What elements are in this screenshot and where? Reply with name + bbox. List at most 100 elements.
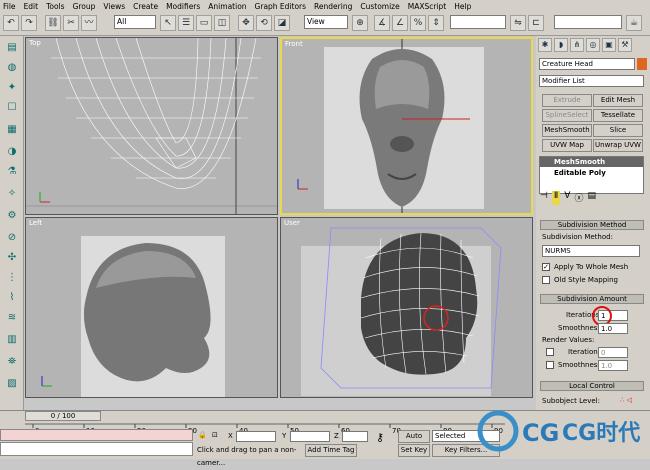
select-rotate-icon[interactable]: ⟲ <box>256 15 272 31</box>
tool-icon-10[interactable]: ⊘ <box>4 230 20 245</box>
stack-item-meshsmooth[interactable]: MeshSmooth <box>540 157 643 167</box>
menu-tools[interactable]: Tools <box>46 2 64 11</box>
maxscript-listener[interactable] <box>0 429 193 441</box>
menu-animation[interactable]: Animation <box>208 2 246 11</box>
tool-icon-4[interactable]: ☐ <box>4 100 20 115</box>
align-icon[interactable]: ⊏ <box>528 15 544 31</box>
window-crossing-icon[interactable]: ◫ <box>214 15 230 31</box>
subdivision-method-dropdown[interactable]: NURMS <box>542 245 640 257</box>
object-color-swatch[interactable] <box>637 58 647 70</box>
select-by-name-icon[interactable]: ☰ <box>178 15 194 31</box>
viewport-top[interactable]: Top <box>25 37 278 215</box>
snap-icon[interactable]: ∡ <box>374 15 390 31</box>
smoothness-spinner[interactable]: 1.0 <box>598 323 628 334</box>
render-iterations-spinner[interactable]: 0 <box>598 347 628 358</box>
configure-sets-icon[interactable]: ▤ <box>587 191 596 205</box>
unwrap-uvw-button[interactable]: Unwrap UVW <box>593 139 643 152</box>
auto-key-button[interactable]: Auto Key <box>398 430 430 451</box>
utilities-tab-icon[interactable]: ⚒ <box>618 38 632 52</box>
set-key-button[interactable]: Set Key <box>398 444 430 457</box>
tool-icon-11[interactable]: ✣ <box>4 250 20 265</box>
menu-help[interactable]: Help <box>454 2 471 11</box>
modifier-list-dropdown[interactable]: Modifier List <box>539 75 644 87</box>
extrude-button[interactable]: Extrude <box>542 94 592 107</box>
menu-create[interactable]: Create <box>133 2 158 11</box>
unlink-icon[interactable]: ✂ <box>63 15 79 31</box>
bind-spacewarp-icon[interactable]: 〰 <box>81 15 97 31</box>
viewport-front[interactable]: Front <box>280 37 533 215</box>
apply-whole-mesh-checkbox[interactable]: ✓ <box>542 263 550 271</box>
display-tab-icon[interactable]: ▣ <box>602 38 616 52</box>
undo-icon[interactable]: ↶ <box>3 15 19 31</box>
tool-icon-8[interactable]: ✧ <box>4 186 20 201</box>
old-style-mapping-checkbox[interactable] <box>542 276 550 284</box>
z-coord-field[interactable] <box>342 431 368 442</box>
meshsmooth-button[interactable]: MeshSmooth <box>542 124 592 137</box>
tool-icon-17[interactable]: ▨ <box>4 376 20 391</box>
tool-icon-2[interactable]: ◍ <box>4 60 20 75</box>
lock-selection-icon[interactable]: 🔒 <box>198 431 207 439</box>
add-time-tag-button[interactable]: Add Time Tag <box>305 444 357 457</box>
x-coord-field[interactable] <box>236 431 276 442</box>
object-name-field[interactable]: Creature Head <box>539 58 635 70</box>
maxscript-input[interactable] <box>0 442 193 456</box>
mirror-icon[interactable]: ⇋ <box>510 15 526 31</box>
tool-icon-1[interactable]: ▤ <box>4 40 20 55</box>
redo-icon[interactable]: ↷ <box>21 15 37 31</box>
tool-icon-9[interactable]: ⚙ <box>4 208 20 223</box>
menu-edit[interactable]: Edit <box>24 2 39 11</box>
menu-views[interactable]: Views <box>103 2 125 11</box>
render-icon[interactable]: ☕ <box>626 15 642 31</box>
y-coord-field[interactable] <box>290 431 330 442</box>
render-iterations-checkbox[interactable] <box>546 348 554 356</box>
tool-icon-15[interactable]: ▥ <box>4 332 20 347</box>
local-control-rollout[interactable]: Local Control <box>540 381 644 391</box>
tool-icon-16[interactable]: ⛯ <box>4 354 20 369</box>
pivot-center-icon[interactable]: ⊕ <box>352 15 368 31</box>
render-smoothness-checkbox[interactable] <box>546 361 554 369</box>
menu-customize[interactable]: Customize <box>360 2 399 11</box>
make-unique-icon[interactable]: ∀ <box>564 191 570 205</box>
percent-snap-icon[interactable]: % <box>410 15 426 31</box>
menu-modifiers[interactable]: Modifiers <box>166 2 200 11</box>
named-selection-field[interactable] <box>554 15 622 29</box>
named-selection-sets[interactable] <box>450 15 506 29</box>
select-scale-icon[interactable]: ◪ <box>274 15 290 31</box>
show-end-result-icon[interactable]: Ⅱ <box>551 191 561 205</box>
menu-group[interactable]: Group <box>73 2 96 11</box>
select-object-icon[interactable]: ↖ <box>160 15 176 31</box>
uvw-map-button[interactable]: UVW Map <box>542 139 592 152</box>
edit-mesh-button[interactable]: Edit Mesh <box>593 94 643 107</box>
create-tab-icon[interactable]: ✱ <box>538 38 552 52</box>
splineselect-button[interactable]: SplineSelect <box>542 109 592 122</box>
hierarchy-tab-icon[interactable]: ⋔ <box>570 38 584 52</box>
tool-icon-5[interactable]: ▦ <box>4 122 20 137</box>
subdivision-method-rollout[interactable]: Subdivision Method <box>540 220 644 230</box>
modify-tab-icon[interactable]: ◗ <box>554 38 568 52</box>
tool-icon-13[interactable]: ⌇ <box>4 290 20 305</box>
selection-filter-dropdown[interactable]: All <box>114 15 156 29</box>
tool-icon-6[interactable]: ◑ <box>4 144 20 159</box>
menu-maxscript[interactable]: MAXScript <box>408 2 447 11</box>
tool-icon-3[interactable]: ✦ <box>4 80 20 95</box>
tool-icon-14[interactable]: ≋ <box>4 310 20 325</box>
menu-rendering[interactable]: Rendering <box>314 2 352 11</box>
angle-snap-icon[interactable]: ∠ <box>392 15 408 31</box>
viewport-user[interactable]: User <box>280 217 533 398</box>
motion-tab-icon[interactable]: ◎ <box>586 38 600 52</box>
slice-button[interactable]: Slice <box>593 124 643 137</box>
render-smoothness-spinner[interactable]: 1.0 <box>598 360 628 371</box>
tessellate-button[interactable]: Tessellate <box>593 109 643 122</box>
absolute-mode-icon[interactable]: ⊡ <box>212 431 218 439</box>
remove-modifier-icon[interactable]: ⓧ <box>574 191 583 205</box>
viewport-left[interactable]: Left <box>25 217 278 398</box>
menu-file[interactable]: File <box>3 2 16 11</box>
stack-item-editable-poly[interactable]: Editable Poly <box>540 168 643 178</box>
menu-graph-editors[interactable]: Graph Editors <box>255 2 307 11</box>
time-slider[interactable]: 0 / 100 <box>25 411 101 421</box>
subdivision-amount-rollout[interactable]: Subdivision Amount <box>540 294 644 304</box>
tool-icon-7[interactable]: ⚗ <box>4 164 20 179</box>
select-move-icon[interactable]: ✥ <box>238 15 254 31</box>
rect-region-icon[interactable]: ▭ <box>196 15 212 31</box>
link-icon[interactable]: ⛓ <box>45 15 61 31</box>
